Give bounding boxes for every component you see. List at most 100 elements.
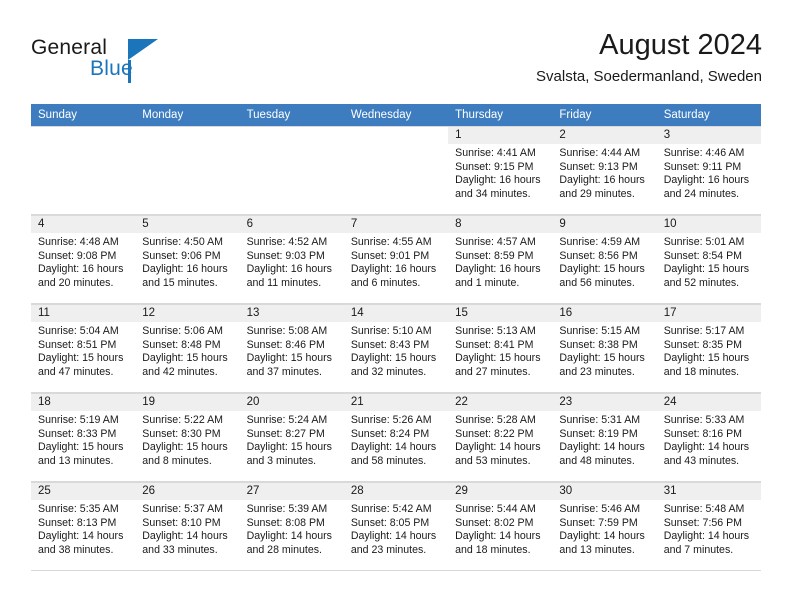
calendar-day-cell[interactable]: 15 Sunrise: 5:13 AM Sunset: 8:41 PM Dayligh… xyxy=(448,304,553,393)
calendar-day-cell[interactable]: 3 Sunrise: 4:46 AM Sunset: 9:11 PM Daylight… xyxy=(656,126,761,215)
calendar-day-cell[interactable]: 24 Sunrise: 5:33 AM Sunset: 8:16 PM Dayligh… xyxy=(656,393,761,482)
daylight-text: Daylight: 15 hours and 13 minutes. xyxy=(38,441,124,467)
sunset-text: Sunset: 9:03 PM xyxy=(246,249,325,262)
day-number xyxy=(31,127,136,144)
calendar-day-cell[interactable]: 17 Sunrise: 5:17 AM Sunset: 8:35 PM Dayligh… xyxy=(656,304,761,393)
calendar-day-cell[interactable]: 10 Sunrise: 5:01 AM Sunset: 8:54 PM Dayligh… xyxy=(656,215,761,304)
calendar-day: 25 Sunrise: 5:35 AM Sunset: 8:13 PM Dayligh… xyxy=(31,482,136,571)
brand-logo[interactable]: General Blue xyxy=(31,36,211,88)
day-details: Sunrise: 5:48 AM Sunset: 7:56 PM Daylight:… xyxy=(657,500,761,557)
sunset-text: Sunset: 9:06 PM xyxy=(142,249,221,262)
calendar-day: 20 Sunrise: 5:24 AM Sunset: 8:27 PM Dayligh… xyxy=(239,393,344,482)
calendar-day-cell[interactable]: 20 Sunrise: 5:24 AM Sunset: 8:27 PM Dayligh… xyxy=(239,393,344,482)
day-number: 15 xyxy=(448,305,553,322)
day-details: Sunrise: 5:39 AM Sunset: 8:08 PM Daylight:… xyxy=(240,500,344,557)
daylight-text: Daylight: 14 hours and 23 minutes. xyxy=(350,530,437,556)
sunset-text: Sunset: 7:56 PM xyxy=(663,516,743,529)
calendar-day-cell[interactable]: 8 Sunrise: 4:57 AM Sunset: 8:59 PM Daylight… xyxy=(448,215,553,304)
calendar-day-cell[interactable]: 22 Sunrise: 5:28 AM Sunset: 8:22 PM Dayligh… xyxy=(448,393,553,482)
calendar-day: 23 Sunrise: 5:31 AM Sunset: 8:19 PM Dayligh… xyxy=(552,393,657,482)
sunset-text: Sunset: 8:10 PM xyxy=(142,516,221,529)
calendar-day-cell[interactable]: 21 Sunrise: 5:26 AM Sunset: 8:24 PM Dayligh… xyxy=(343,393,449,482)
day-number: 13 xyxy=(239,305,344,322)
daylight-text: Daylight: 16 hours and 6 minutes. xyxy=(350,263,437,289)
brand-name-blue: Blue xyxy=(90,57,133,80)
calendar-day-cell[interactable]: 4 Sunrise: 4:48 AM Sunset: 9:08 PM Daylight… xyxy=(31,215,136,304)
day-number: 5 xyxy=(135,216,240,233)
calendar-day: 29 Sunrise: 5:44 AM Sunset: 8:02 PM Dayligh… xyxy=(448,482,553,571)
calendar-day-cell[interactable]: 1 Sunrise: 4:41 AM Sunset: 9:15 PM Daylight… xyxy=(448,126,553,215)
calendar-day: 15 Sunrise: 5:13 AM Sunset: 8:41 PM Dayligh… xyxy=(448,304,553,393)
daylight-text: Daylight: 15 hours and 32 minutes. xyxy=(350,352,437,378)
calendar-day-cell[interactable]: 31 Sunrise: 5:48 AM Sunset: 7:56 PM Dayligh… xyxy=(656,482,761,571)
day-number: 2 xyxy=(552,127,657,144)
calendar-day-cell[interactable]: 23 Sunrise: 5:31 AM Sunset: 8:19 PM Dayligh… xyxy=(552,393,657,482)
calendar-day-cell[interactable]: 9 Sunrise: 4:59 AM Sunset: 8:56 PM Daylight… xyxy=(552,215,657,304)
calendar-day-cell[interactable]: 12 Sunrise: 5:06 AM Sunset: 8:48 PM Dayligh… xyxy=(135,304,240,393)
calendar-day-cell[interactable]: 25 Sunrise: 5:35 AM Sunset: 8:13 PM Dayligh… xyxy=(31,482,136,571)
calendar-day-cell[interactable]: 11 Sunrise: 5:04 AM Sunset: 8:51 PM Dayligh… xyxy=(31,304,136,393)
calendar-day: 17 Sunrise: 5:17 AM Sunset: 8:35 PM Dayligh… xyxy=(656,304,761,393)
day-details: Sunrise: 5:26 AM Sunset: 8:24 PM Daylight:… xyxy=(344,411,448,468)
calendar-empty-cell xyxy=(135,126,240,215)
day-number: 7 xyxy=(343,216,449,233)
calendar-day-cell[interactable]: 6 Sunrise: 4:52 AM Sunset: 9:03 PM Daylight… xyxy=(239,215,344,304)
calendar-day: 26 Sunrise: 5:37 AM Sunset: 8:10 PM Dayligh… xyxy=(135,482,240,571)
calendar-day-cell[interactable]: 2 Sunrise: 4:44 AM Sunset: 9:13 PM Daylight… xyxy=(552,126,657,215)
sunset-text: Sunset: 8:56 PM xyxy=(559,249,638,262)
calendar-day-cell[interactable]: 30 Sunrise: 5:46 AM Sunset: 7:59 PM Dayligh… xyxy=(552,482,657,571)
sunset-text: Sunset: 7:59 PM xyxy=(559,516,638,529)
calendar-day: 13 Sunrise: 5:08 AM Sunset: 8:46 PM Dayligh… xyxy=(239,304,344,393)
sunset-text: Sunset: 9:15 PM xyxy=(455,160,534,173)
sunset-text: Sunset: 8:38 PM xyxy=(559,338,638,351)
sunrise-text: Sunrise: 5:48 AM xyxy=(663,503,745,515)
calendar-empty-cell xyxy=(239,126,344,215)
sunrise-text: Sunrise: 5:17 AM xyxy=(663,325,745,337)
day-number xyxy=(135,127,240,144)
calendar-day-cell[interactable]: 27 Sunrise: 5:39 AM Sunset: 8:08 PM Dayligh… xyxy=(239,482,344,571)
day-details: Sunrise: 5:17 AM Sunset: 8:35 PM Daylight:… xyxy=(657,322,761,379)
sunset-text: Sunset: 8:13 PM xyxy=(38,516,117,529)
calendar-day: 19 Sunrise: 5:22 AM Sunset: 8:30 PM Dayligh… xyxy=(135,393,240,482)
daylight-text: Daylight: 16 hours and 11 minutes. xyxy=(246,263,332,289)
calendar-day-cell[interactable]: 28 Sunrise: 5:42 AM Sunset: 8:05 PM Dayligh… xyxy=(343,482,449,571)
calendar-day: 24 Sunrise: 5:33 AM Sunset: 8:16 PM Dayligh… xyxy=(656,393,761,482)
day-number: 23 xyxy=(552,394,657,411)
day-number: 11 xyxy=(31,305,136,322)
sunset-text: Sunset: 8:24 PM xyxy=(350,427,430,440)
day-details: Sunrise: 4:55 AM Sunset: 9:01 PM Daylight:… xyxy=(344,233,448,290)
calendar-day-cell[interactable]: 16 Sunrise: 5:15 AM Sunset: 8:38 PM Dayligh… xyxy=(552,304,657,393)
calendar-week-row: 1 Sunrise: 4:41 AM Sunset: 9:15 PM Daylight… xyxy=(31,126,761,215)
calendar-day-cell[interactable]: 19 Sunrise: 5:22 AM Sunset: 8:30 PM Dayligh… xyxy=(135,393,240,482)
calendar-day-cell[interactable]: 14 Sunrise: 5:10 AM Sunset: 8:43 PM Dayligh… xyxy=(343,304,449,393)
calendar-day-cell xyxy=(239,126,344,215)
calendar-day-cell[interactable]: 26 Sunrise: 5:37 AM Sunset: 8:10 PM Dayligh… xyxy=(135,482,240,571)
weekday-header-thursday: Thursday xyxy=(448,104,553,126)
day-number: 6 xyxy=(239,216,344,233)
sunset-text: Sunset: 8:43 PM xyxy=(350,338,430,351)
sunrise-text: Sunrise: 5:44 AM xyxy=(455,503,536,515)
sunrise-text: Sunrise: 4:55 AM xyxy=(350,236,432,248)
weekday-header-monday: Monday xyxy=(135,104,240,126)
calendar-day-cell[interactable]: 13 Sunrise: 5:08 AM Sunset: 8:46 PM Dayligh… xyxy=(239,304,344,393)
daylight-text: Daylight: 16 hours and 15 minutes. xyxy=(142,263,228,289)
calendar-day-cell[interactable]: 18 Sunrise: 5:19 AM Sunset: 8:33 PM Dayligh… xyxy=(31,393,136,482)
day-details: Sunrise: 5:08 AM Sunset: 8:46 PM Daylight:… xyxy=(240,322,344,379)
sunset-text: Sunset: 8:41 PM xyxy=(455,338,534,351)
daylight-text: Daylight: 14 hours and 28 minutes. xyxy=(246,530,332,556)
daylight-text: Daylight: 15 hours and 8 minutes. xyxy=(142,441,228,467)
sunset-text: Sunset: 8:33 PM xyxy=(38,427,117,440)
sunrise-text: Sunrise: 5:10 AM xyxy=(350,325,432,337)
calendar-day: 2 Sunrise: 4:44 AM Sunset: 9:13 PM Daylight… xyxy=(552,126,657,215)
title-block: August 2024 Svalsta, Soedermanland, Swed… xyxy=(536,28,762,86)
daylight-text: Daylight: 15 hours and 42 minutes. xyxy=(142,352,228,378)
daylight-text: Daylight: 16 hours and 20 minutes. xyxy=(38,263,124,289)
day-details: Sunrise: 5:22 AM Sunset: 8:30 PM Daylight:… xyxy=(135,411,239,468)
calendar-day-cell[interactable]: 5 Sunrise: 4:50 AM Sunset: 9:06 PM Daylight… xyxy=(135,215,240,304)
calendar-day-cell[interactable]: 29 Sunrise: 5:44 AM Sunset: 8:02 PM Dayligh… xyxy=(448,482,553,571)
calendar-day-cell[interactable]: 7 Sunrise: 4:55 AM Sunset: 9:01 PM Daylight… xyxy=(343,215,449,304)
calendar-day: 18 Sunrise: 5:19 AM Sunset: 8:33 PM Dayligh… xyxy=(31,393,136,482)
sunset-text: Sunset: 9:11 PM xyxy=(663,160,742,173)
day-details: Sunrise: 5:13 AM Sunset: 8:41 PM Daylight:… xyxy=(448,322,552,379)
sunset-text: Sunset: 8:54 PM xyxy=(663,249,743,262)
